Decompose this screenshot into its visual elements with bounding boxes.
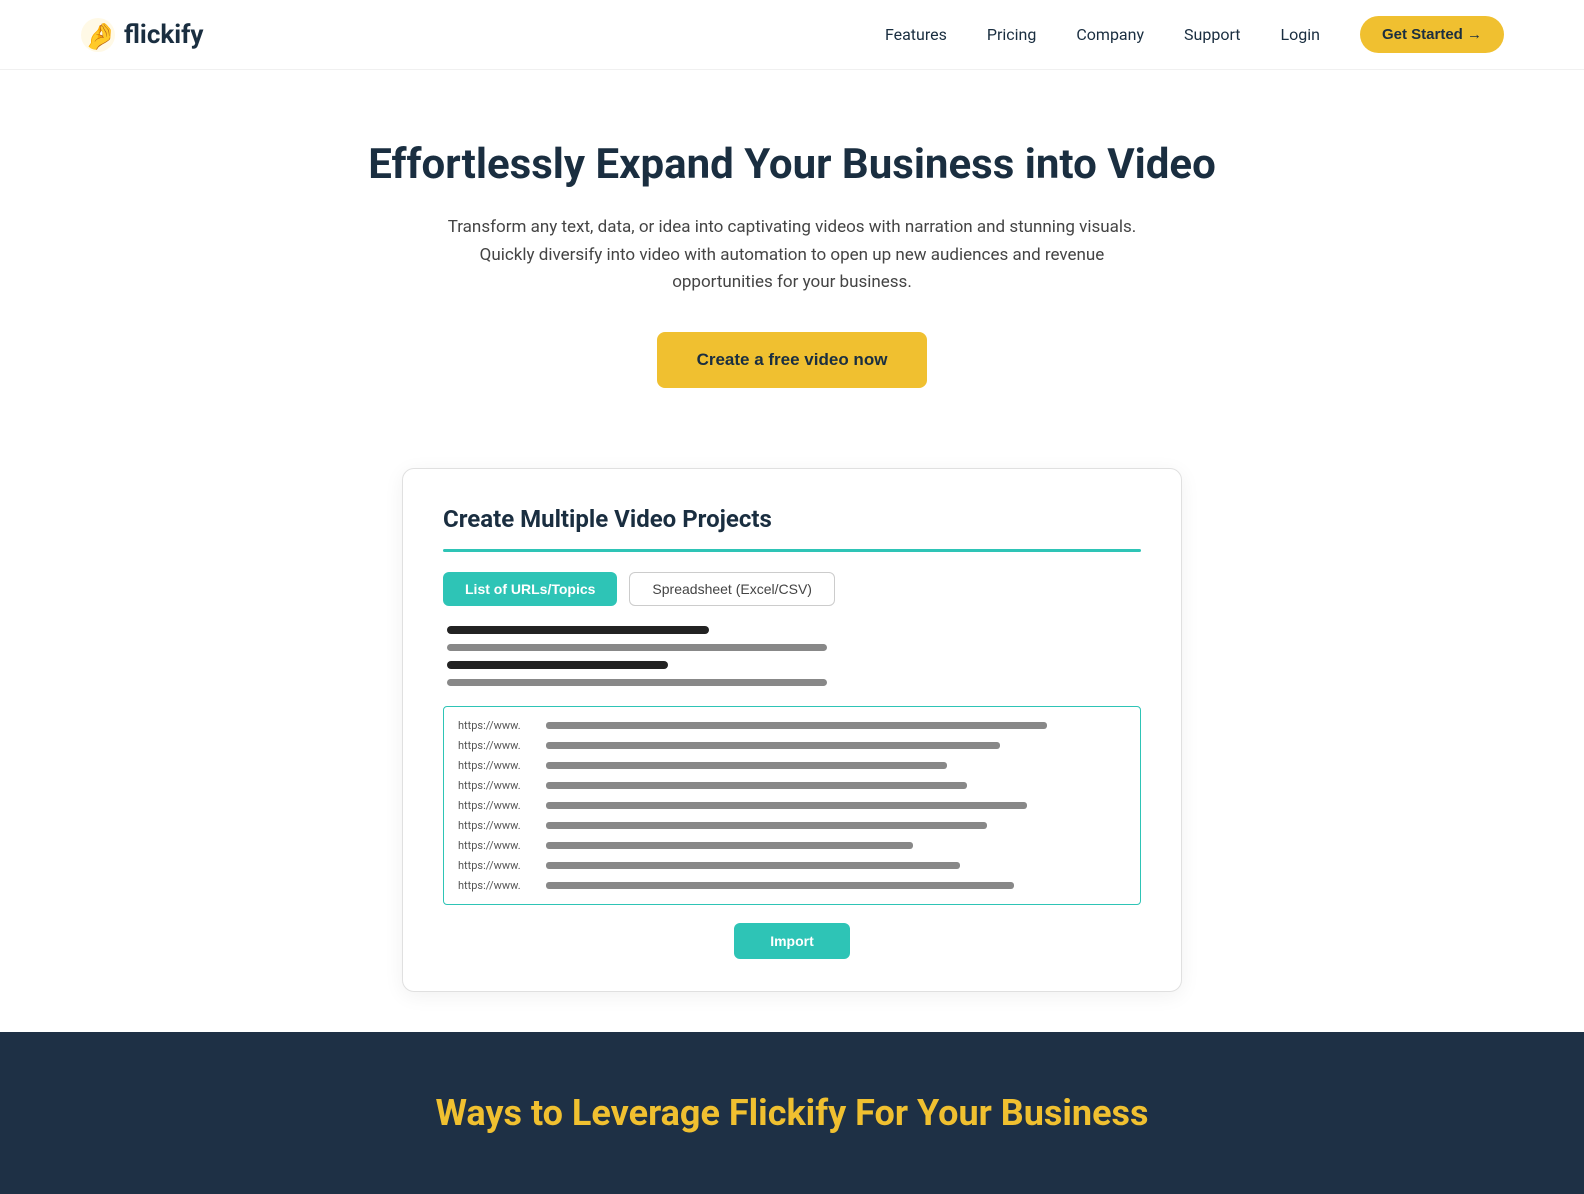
logo-icon: 🤌 — [80, 17, 116, 53]
logo[interactable]: 🤌 flickify — [80, 17, 204, 53]
hero-subtitle: Transform any text, data, or idea into c… — [442, 214, 1142, 296]
import-row: Import — [443, 923, 1141, 959]
text-line-3 — [447, 661, 668, 669]
url-bar-8 — [546, 862, 960, 869]
url-row-1: https://www. — [458, 719, 1126, 732]
text-line-4 — [447, 679, 827, 686]
demo-divider — [443, 549, 1141, 552]
url-bar-6 — [546, 822, 987, 829]
url-row-4: https://www. — [458, 779, 1126, 792]
url-row-2: https://www. — [458, 739, 1126, 752]
nav-link-pricing[interactable]: Pricing — [987, 25, 1037, 44]
get-started-button[interactable]: Get Started → — [1360, 16, 1504, 53]
demo-card-title: Create Multiple Video Projects — [443, 505, 1141, 533]
logo-text: flickify — [124, 20, 204, 50]
url-row-5: https://www. — [458, 799, 1126, 812]
create-video-button[interactable]: Create a free video now — [657, 332, 928, 388]
bottom-section: Ways to Leverage Flickify For Your Busin… — [0, 1032, 1584, 1194]
nav-link-login[interactable]: Login — [1281, 25, 1320, 44]
url-row-8: https://www. — [458, 859, 1126, 872]
tab-spreadsheet[interactable]: Spreadsheet (Excel/CSV) — [629, 572, 835, 606]
url-row-3: https://www. — [458, 759, 1126, 772]
nav-link-company[interactable]: Company — [1076, 25, 1144, 44]
text-line-1 — [447, 626, 709, 634]
url-bar-9 — [546, 882, 1014, 889]
hero-section: Effortlessly Expand Your Business into V… — [0, 70, 1584, 438]
url-label-3: https://www. — [458, 759, 538, 772]
url-label-7: https://www. — [458, 839, 538, 852]
import-button[interactable]: Import — [734, 923, 850, 959]
demo-wrapper: Create Multiple Video Projects List of U… — [0, 438, 1584, 992]
url-bar-1 — [546, 722, 1047, 729]
url-list-box: https://www. https://www. https://www. h… — [443, 706, 1141, 905]
demo-tabs: List of URLs/Topics Spreadsheet (Excel/C… — [443, 572, 1141, 606]
url-bar-7 — [546, 842, 913, 849]
url-label-4: https://www. — [458, 779, 538, 792]
svg-text:🤌: 🤌 — [84, 22, 116, 52]
tab-urls-topics[interactable]: List of URLs/Topics — [443, 572, 617, 606]
nav-link-features[interactable]: Features — [885, 25, 947, 44]
url-label-8: https://www. — [458, 859, 538, 872]
url-bar-3 — [546, 762, 947, 769]
url-bar-4 — [546, 782, 967, 789]
url-row-6: https://www. — [458, 819, 1126, 832]
url-label-6: https://www. — [458, 819, 538, 832]
nav-links: Features Pricing Company Support Login G… — [885, 16, 1504, 53]
text-content-lines — [443, 626, 1141, 686]
url-row-9: https://www. — [458, 879, 1126, 892]
url-bar-5 — [546, 802, 1027, 809]
navbar: 🤌 flickify Features Pricing Company Supp… — [0, 0, 1584, 70]
demo-card: Create Multiple Video Projects List of U… — [402, 468, 1182, 992]
url-label-1: https://www. — [458, 719, 538, 732]
url-bar-2 — [546, 742, 1000, 749]
url-label-2: https://www. — [458, 739, 538, 752]
nav-link-support[interactable]: Support — [1184, 25, 1240, 44]
bottom-title: Ways to Leverage Flickify For Your Busin… — [80, 1092, 1504, 1134]
url-label-5: https://www. — [458, 799, 538, 812]
text-line-2 — [447, 644, 827, 651]
hero-title: Effortlessly Expand Your Business into V… — [80, 140, 1504, 190]
url-row-7: https://www. — [458, 839, 1126, 852]
url-label-9: https://www. — [458, 879, 538, 892]
